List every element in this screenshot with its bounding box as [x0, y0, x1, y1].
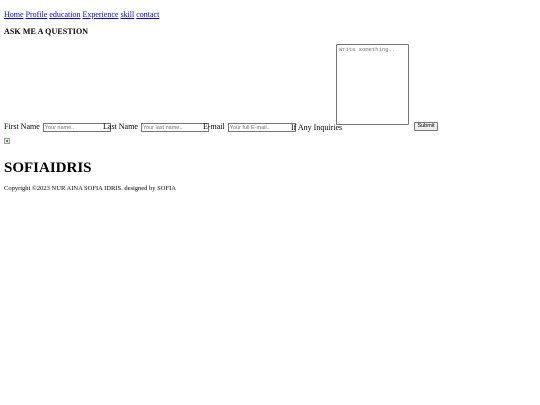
nav-link-education[interactable]: education	[49, 10, 80, 19]
inquiries-textarea[interactable]	[336, 44, 409, 125]
email-label: E-mail	[203, 121, 225, 131]
contact-heading: ASK ME A QUESTION	[4, 27, 89, 36]
first-name-label: First Name	[4, 121, 40, 131]
nav-link-contact[interactable]: contact	[136, 10, 159, 19]
last-name-input[interactable]	[140, 123, 209, 132]
footer-brand: SOFIAIDRIS	[4, 160, 92, 176]
first-name-input[interactable]	[42, 123, 111, 132]
nav-link-skill[interactable]: skill	[120, 10, 134, 19]
email-input[interactable]	[227, 123, 296, 132]
last-name-group: Last Name	[103, 121, 209, 132]
nav-link-experience[interactable]: Experience	[82, 10, 118, 19]
last-name-label: Last Name	[103, 121, 138, 131]
inquiries-label: If Any Inquiries	[291, 122, 343, 132]
copyright-text: Copyright ©2023 NUR AINA SOFIA IDRIS. de…	[4, 185, 176, 192]
submit-button[interactable]: Submit	[414, 122, 438, 131]
broken-image-icon	[4, 138, 10, 144]
nav-link-home[interactable]: Home	[4, 10, 24, 19]
email-group: E-mail	[203, 121, 296, 132]
top-nav: Home Profile education Experience skill …	[4, 10, 159, 19]
nav-link-profile[interactable]: Profile	[26, 10, 48, 19]
first-name-group: First Name	[4, 121, 111, 132]
